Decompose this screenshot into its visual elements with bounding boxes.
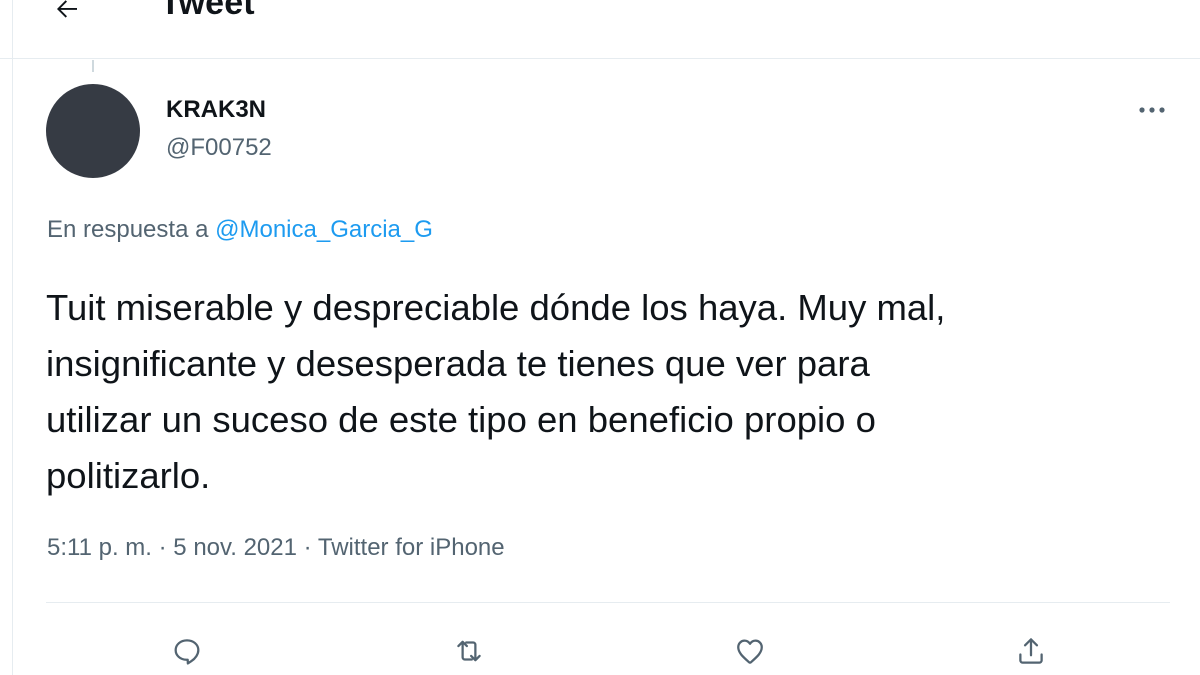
tweet-text-line: Tuit miserable y despreciable dónde los … xyxy=(46,287,946,328)
page-header: Tweet xyxy=(0,0,1200,59)
share-button[interactable] xyxy=(1008,628,1054,674)
reply-icon xyxy=(170,634,204,668)
arrow-left-icon xyxy=(52,0,82,24)
user-handle[interactable]: @F00752 xyxy=(166,134,272,162)
heart-icon xyxy=(733,634,767,668)
tweet-text: Tuit miserable y despreciable dónde los … xyxy=(46,280,1186,504)
share-icon xyxy=(1014,634,1048,668)
tweet-text-line: insignificante y desesperada te tienes q… xyxy=(46,343,870,384)
retweet-button[interactable] xyxy=(446,628,492,674)
tweet-page: Tweet KRAK3N @F00752 En respuesta a @Mon… xyxy=(0,0,1200,675)
reply-button[interactable] xyxy=(164,628,210,674)
more-icon xyxy=(1137,106,1167,114)
reply-prefix: En respuesta a xyxy=(47,216,209,243)
meta-separator: · xyxy=(158,534,167,561)
tweet-metadata: 5:11 p. m. · 5 nov. 2021 · Twitter for i… xyxy=(47,534,505,562)
avatar[interactable] xyxy=(46,84,140,178)
thread-connector xyxy=(92,60,94,72)
reply-mention-link[interactable]: @Monica_Garcia_G xyxy=(215,216,433,243)
meta-separator: · xyxy=(303,534,312,561)
tweet-text-line: utilizar un suceso de este tipo en benef… xyxy=(46,399,876,440)
tweet-source[interactable]: Twitter for iPhone xyxy=(318,534,505,561)
tweet-time[interactable]: 5:11 p. m. xyxy=(47,534,152,561)
tweet-date[interactable]: 5 nov. 2021 xyxy=(173,534,297,561)
page-title: Tweet xyxy=(160,0,255,22)
reply-context: En respuesta a @Monica_Garcia_G xyxy=(47,216,433,244)
retweet-icon xyxy=(451,634,487,668)
tweet-text-line: politizarlo. xyxy=(46,455,211,496)
back-button[interactable] xyxy=(44,0,90,32)
like-button[interactable] xyxy=(727,628,773,674)
more-options-button[interactable] xyxy=(1134,95,1170,125)
actions-divider xyxy=(46,602,1170,603)
display-name[interactable]: KRAK3N xyxy=(166,96,266,124)
left-column-border xyxy=(12,0,13,675)
